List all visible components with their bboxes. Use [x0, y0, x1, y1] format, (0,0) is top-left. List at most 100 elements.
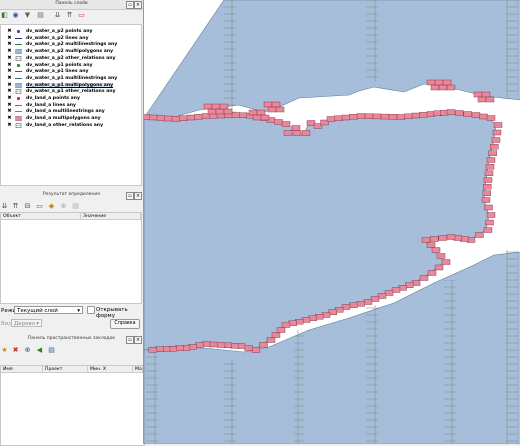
layers-toolbar: ◧ ◉ ▼ ▤ ⇊ ⇈ ▭	[0, 10, 143, 21]
filter-legend-icon[interactable]: ▼	[24, 12, 31, 19]
close-panel-icon[interactable]: ×	[134, 192, 142, 200]
identify-results-table[interactable]: Объект Значение	[0, 212, 142, 304]
layer-visibility-checkbox[interactable]: ✖	[7, 35, 12, 41]
open-form-checkbox[interactable]	[87, 306, 95, 314]
print-icon[interactable]: ▤	[72, 203, 79, 210]
layer-item[interactable]: ✖ dv_water_a_p2 multilinestrings any	[3, 42, 141, 48]
layer-item[interactable]: ✖ dv_water_a_p1 lines any	[3, 69, 141, 75]
land-edge-cell	[481, 197, 491, 203]
layer-item[interactable]: ✖ dv_land_a multipolygons any	[3, 116, 141, 122]
close-panel-icon[interactable]: ×	[134, 1, 142, 9]
land-edge-cell	[483, 183, 492, 190]
layer-item[interactable]: ✖ dv_land_a lines any	[3, 102, 141, 108]
left-dock: Панель слоёв ▫ × ◧ ◉ ▼ ▤ ⇊ ⇈ ▭ ✖ dv_water…	[0, 0, 145, 446]
zoom-to-feature-icon[interactable]: ⊕	[60, 203, 67, 210]
column-header-value[interactable]: Значение	[81, 213, 141, 220]
copy-feature-icon[interactable]: ◆	[48, 203, 55, 210]
map-rendering[interactable]	[144, 0, 520, 444]
land-edge-cell	[446, 84, 456, 91]
clear-results-icon[interactable]: ▭	[36, 203, 43, 210]
zoom-to-bookmark-icon[interactable]: ⊕	[24, 347, 31, 354]
layers-panel-title: Панель слоёв	[55, 1, 88, 6]
layer-visibility-checkbox[interactable]: ✖	[7, 122, 12, 128]
delete-bookmark-icon[interactable]: ✖	[12, 347, 19, 354]
collapse-all-icon[interactable]: ⇈	[66, 12, 73, 19]
grid-column-cells	[366, 305, 378, 444]
float-panel-icon[interactable]: ▫	[126, 192, 134, 200]
layer-item[interactable]: ✖ dv_land_a multilinestrings any	[3, 109, 141, 115]
expand-all-icon[interactable]: ⇊	[54, 12, 61, 19]
view-select[interactable]: Дерево ▾	[11, 319, 42, 327]
land-edge-cell	[179, 115, 188, 122]
layer-visibility-checkbox[interactable]: ✖	[7, 75, 12, 81]
layer-item[interactable]: ✖ dv_water_a_p2 other_relations any	[3, 55, 141, 61]
layer-name: dv_land_a other_relations any	[26, 122, 104, 128]
map-canvas[interactable]	[143, 0, 520, 444]
identify-panel-titlebar: Результат определения ▫ ×	[0, 191, 143, 200]
layer-visibility-checkbox[interactable]: ✖	[7, 109, 12, 114]
layer-item[interactable]: ✖ dv_water_a_p2 lines any	[3, 35, 141, 41]
close-panel-icon[interactable]: ×	[134, 336, 142, 344]
water-multipolygon[interactable]	[144, 0, 520, 444]
layer-visibility-checkbox[interactable]: ✖	[7, 96, 12, 101]
help-button[interactable]: Справка	[110, 319, 140, 329]
land-edge-cell	[356, 301, 365, 307]
view-select-value: Дерево	[14, 321, 36, 327]
bookmarks-table[interactable]: Имя Проект Мин. X Ма	[0, 365, 145, 446]
land-edge-cell	[485, 163, 495, 170]
share-icon[interactable]: ◀	[36, 347, 43, 354]
layer-item[interactable]: ✖ dv_water_a_p2 multipolygons any	[3, 49, 141, 55]
layer-name: dv_water_a_p2 multipolygons any	[26, 49, 114, 55]
line-symbol-icon	[15, 36, 22, 41]
remove-layer-icon[interactable]: ▭	[78, 12, 85, 19]
filter-by-expression-icon[interactable]: ▤	[37, 12, 44, 19]
layer-name: dv_land_a points any	[26, 96, 80, 101]
expand-tree-icon[interactable]: ⇊	[1, 203, 8, 210]
layer-visibility-checkbox[interactable]: ✖	[7, 29, 12, 34]
layer-item[interactable]: ✖ dv_water_a_p1 multipolygons any	[3, 82, 141, 88]
column-header-project[interactable]: Проект	[43, 366, 88, 373]
expand-new-icon[interactable]: ⇈	[12, 203, 19, 210]
land-edge-cell	[171, 116, 181, 122]
layer-name: dv_water_a_p1 points any	[26, 62, 93, 68]
land-edge-cell	[194, 114, 203, 120]
float-panel-icon[interactable]: ▫	[126, 1, 134, 9]
layer-item[interactable]: ✖ dv_land_a points any	[3, 96, 141, 102]
land-edge-cell	[231, 112, 241, 118]
bookmark-list-icon[interactable]: ▤	[48, 347, 55, 354]
layer-item[interactable]: ✖ dv_water_a_p1 multilinestrings any	[3, 75, 141, 81]
add-group-icon[interactable]: ◉	[12, 12, 19, 19]
land-edge-cell	[426, 242, 436, 248]
land-edge-cell	[252, 114, 262, 121]
land-edge-cell	[485, 219, 494, 226]
column-header-name[interactable]: Имя	[1, 366, 43, 373]
layer-item[interactable]: ✖ dv_water_a_p2 points any	[3, 29, 141, 35]
layer-visibility-checkbox[interactable]: ✖	[7, 82, 12, 88]
layer-item[interactable]: ✖ dv_water_a_p1 points any	[3, 62, 141, 68]
land-edge-cell	[479, 113, 488, 120]
layer-item[interactable]: ✖ dv_water_a_p1 other_relations any	[3, 89, 141, 95]
land-edge-cell	[267, 106, 277, 113]
layer-visibility-checkbox[interactable]: ✖	[7, 69, 12, 74]
mode-select[interactable]: Текущий слой ▾	[14, 306, 83, 314]
layer-visibility-checkbox[interactable]: ✖	[7, 62, 12, 68]
column-header-min-x[interactable]: Мин. X	[88, 366, 133, 373]
column-header-max-x[interactable]: Ма	[133, 366, 143, 373]
add-bookmark-icon[interactable]: ★	[1, 347, 8, 354]
layer-visibility-checkbox[interactable]: ✖	[7, 116, 12, 121]
layer-visibility-checkbox[interactable]: ✖	[7, 42, 12, 47]
layer-visibility-checkbox[interactable]: ✖	[7, 102, 12, 108]
layer-visibility-checkbox[interactable]: ✖	[7, 55, 12, 61]
land-edge-cell	[251, 347, 261, 353]
layer-visibility-checkbox[interactable]: ✖	[7, 49, 12, 54]
land-edge-cell	[490, 143, 499, 150]
land-edge-cell	[207, 108, 217, 115]
layer-item[interactable]: ✖ dv_land_a other_relations any	[3, 122, 141, 128]
layer-visibility-checkbox[interactable]: ✖	[7, 89, 12, 94]
collapse-tree-icon[interactable]: ⊟	[24, 203, 31, 210]
float-panel-icon[interactable]: ▫	[126, 336, 134, 344]
land-edge-cell	[486, 157, 496, 163]
layer-name: dv_land_a multipolygons any	[26, 116, 101, 122]
column-header-feature[interactable]: Объект	[1, 213, 81, 220]
open-layer-styling-icon[interactable]: ◧	[1, 12, 8, 19]
